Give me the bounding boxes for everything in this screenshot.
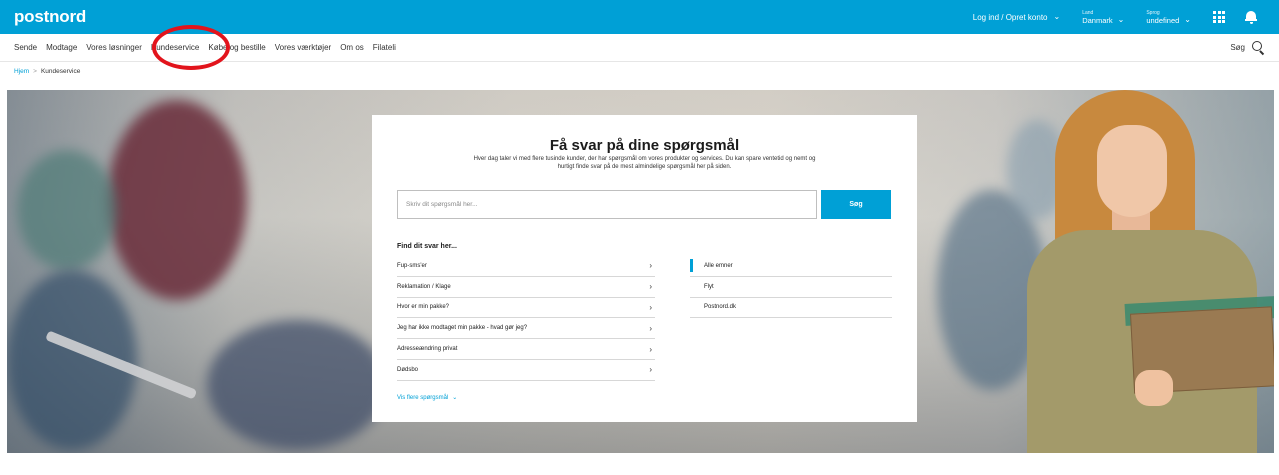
- chevron-down-icon: ⌄: [452, 395, 458, 401]
- nav-search-label: Søg: [1230, 43, 1245, 52]
- notification-bell-icon[interactable]: [1245, 10, 1257, 24]
- faq-item-label: Dødsbo: [397, 366, 419, 373]
- hero-bg-shape: [207, 320, 387, 450]
- faq-item-label: Adresseændring privat: [397, 346, 458, 353]
- nav-item-vores-losninger[interactable]: Vores løsninger: [86, 43, 142, 52]
- faq-card: Få svar på dine spørgsmål Hver dag taler…: [372, 115, 917, 422]
- hero-bg-shape: [17, 150, 117, 270]
- chevron-right-icon: ›: [649, 323, 652, 333]
- nav-item-sende[interactable]: Sende: [14, 43, 37, 52]
- faq-item-label: Reklamation / Klage: [397, 283, 451, 290]
- chevron-right-icon: ›: [649, 302, 652, 312]
- chevron-down-icon: ⌄: [1053, 11, 1061, 21]
- card-title: Få svar på dine spørgsmål: [549, 137, 740, 154]
- chevron-right-icon: ›: [649, 261, 652, 271]
- show-more-label: Vis flere spørgsmål: [397, 394, 449, 401]
- language-select[interactable]: Sprog undefined ⌄: [1146, 10, 1191, 25]
- breadcrumb-current: Kundeservice: [40, 68, 81, 75]
- nav-item-modtage[interactable]: Modtage: [46, 43, 77, 52]
- search-icon: [1252, 41, 1265, 56]
- login-label: Log ind / Opret konto: [972, 12, 1048, 22]
- breadcrumb-home[interactable]: Hjem: [14, 68, 29, 75]
- faq-item-label: Jeg har ikke modtaget min pakke - hvad g…: [397, 325, 528, 332]
- faq-item[interactable]: Jeg har ikke modtaget min pakke - hvad g…: [397, 318, 655, 340]
- nav-item-om-os[interactable]: Om os: [340, 43, 364, 52]
- chevron-down-icon: ⌄: [1117, 14, 1125, 24]
- chevron-right-icon: ›: [649, 344, 652, 354]
- nav-item-filateli[interactable]: Filateli: [373, 43, 396, 52]
- card-description: Hver dag taler vi med flere tusinde kund…: [473, 156, 816, 170]
- kundeservice-highlight-circle: [152, 25, 230, 70]
- faq-item[interactable]: Adresseændring privat ›: [397, 339, 655, 360]
- faq-item[interactable]: Hvor er min pakke? ›: [397, 298, 655, 319]
- question-search-input[interactable]: [397, 190, 817, 219]
- hero-bg-shape: [107, 100, 247, 300]
- topic-item-alle-emner[interactable]: Alle emner: [690, 256, 892, 277]
- faq-item[interactable]: Dødsbo ›: [397, 360, 655, 381]
- hero-person: [1007, 90, 1274, 453]
- language-value: undefined: [1146, 15, 1180, 25]
- faq-item[interactable]: Fup-sms'er ›: [397, 256, 655, 277]
- topic-item-postnord-dk[interactable]: Postnord.dk: [690, 298, 892, 319]
- breadcrumb-separator: >: [33, 68, 37, 75]
- login-button[interactable]: Log ind / Opret konto ⌄: [972, 11, 1061, 22]
- chevron-right-icon: ›: [649, 282, 652, 292]
- show-more-questions-link[interactable]: Vis flere spørgsmål ⌄: [397, 394, 458, 402]
- chevron-right-icon: ›: [649, 365, 652, 375]
- topic-list: Alle emner Flyt Postnord.dk: [690, 256, 892, 319]
- nav-search-button[interactable]: Søg: [1230, 41, 1265, 56]
- faq-item-label: Hvor er min pakke?: [397, 304, 450, 311]
- faq-item[interactable]: Reklamation / Klage ›: [397, 277, 655, 298]
- nav-item-vores-vaerktojer[interactable]: Vores værktøjer: [275, 43, 331, 52]
- search-button[interactable]: Søg: [821, 190, 891, 219]
- country-select[interactable]: Land Danmark ⌄: [1082, 10, 1124, 25]
- topic-item-flyt[interactable]: Flyt: [690, 277, 892, 298]
- breadcrumb: Hjem > Kundeservice: [14, 68, 80, 75]
- postnord-logo[interactable]: postnord: [14, 7, 86, 27]
- find-answer-title: Find dit svar her...: [397, 243, 457, 250]
- country-value: Danmark: [1082, 15, 1113, 25]
- chevron-down-icon: ⌄: [1184, 14, 1191, 24]
- apps-grid-icon[interactable]: [1213, 11, 1225, 23]
- faq-item-label: Fup-sms'er: [397, 262, 427, 269]
- faq-list: Fup-sms'er › Reklamation / Klage › Hvor er…: [397, 256, 655, 381]
- top-bar-actions: Log ind / Opret konto ⌄ Land Danmark ⌄ Sp…: [973, 0, 1265, 34]
